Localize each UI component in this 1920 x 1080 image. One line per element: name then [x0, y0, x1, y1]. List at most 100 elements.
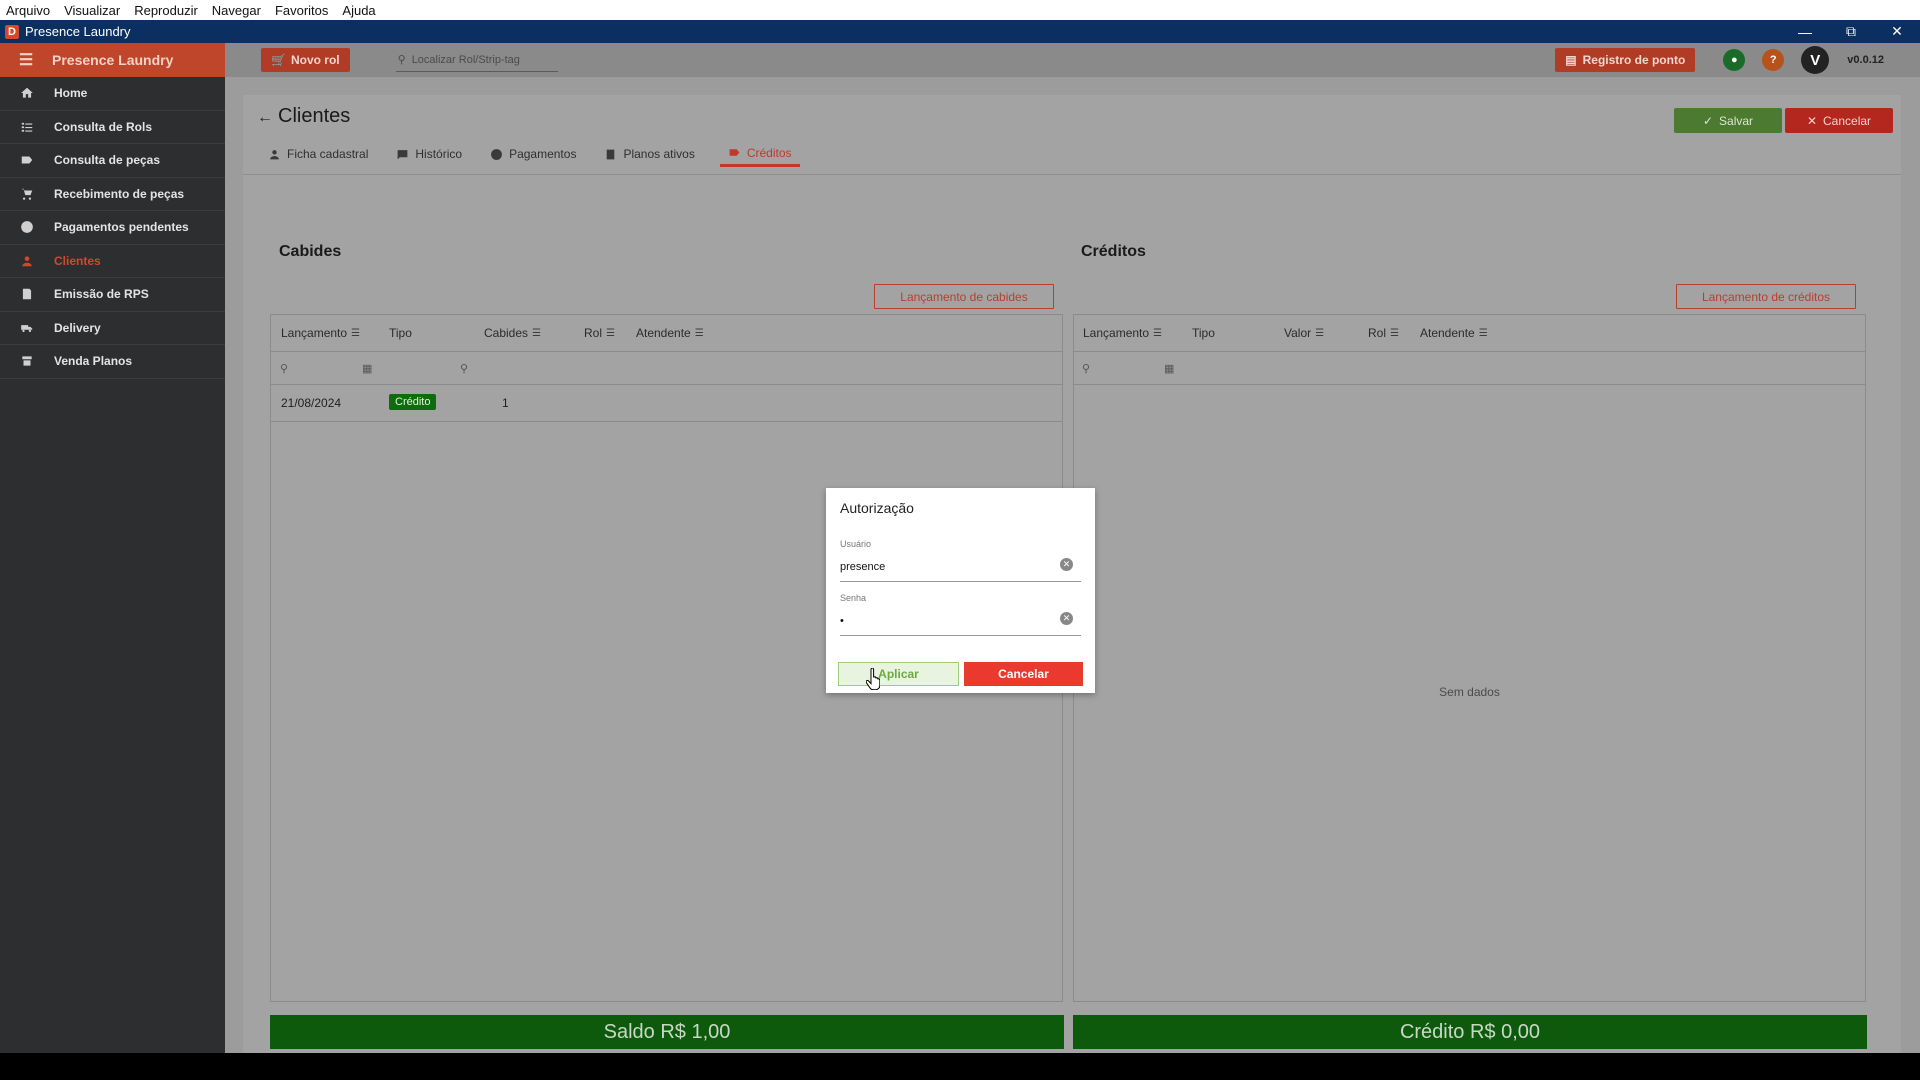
hamburger-icon[interactable]: ☰: [0, 50, 52, 70]
creditos-table: Lançamento ☰ Tipo Valor ☰ Rol ☰ Atendente ☰ …: [1073, 314, 1866, 1002]
sidebar-item-consulta-pecas[interactable]: Consulta de peças: [0, 144, 225, 178]
column-tipo[interactable]: Tipo: [389, 326, 412, 340]
tab-planos-ativos[interactable]: Planos ativos: [601, 141, 697, 167]
search-icon: ⚲: [397, 54, 406, 66]
help-icon[interactable]: ?: [1762, 49, 1785, 71]
filter-icon[interactable]: ☰: [532, 328, 541, 339]
column-rol[interactable]: Rol ☰: [1368, 326, 1399, 340]
salvar-button[interactable]: ✓ Salvar: [1674, 108, 1782, 133]
whatsapp-icon[interactable]: ●: [1723, 49, 1746, 71]
novo-rol-label: Novo rol: [290, 53, 340, 67]
filter-icon[interactable]: ☰: [695, 328, 704, 339]
close-icon[interactable]: ✕: [1874, 20, 1920, 43]
sidebar-item-label: Home: [54, 86, 88, 101]
cancelar-button[interactable]: ✕ Cancelar: [1785, 108, 1893, 133]
avatar[interactable]: V: [1801, 46, 1830, 74]
tab-label: Histórico: [415, 147, 463, 161]
menu-arquivo[interactable]: Arquivo: [6, 3, 50, 18]
filter-icon[interactable]: ☰: [1315, 328, 1324, 339]
page-header: ← Clientes Ficha cadastral Histórico Pag…: [243, 95, 1901, 175]
sidebar: ☰ Presence Laundry Home Consulta de Rols…: [0, 43, 225, 1053]
dialog-title: Autorização: [840, 500, 914, 516]
aplicar-button[interactable]: Aplicar: [838, 662, 959, 686]
filter-icon[interactable]: ☰: [1479, 328, 1488, 339]
sidebar-item-clientes[interactable]: Clientes: [0, 245, 225, 278]
sidebar-brand: ☰ Presence Laundry: [0, 43, 225, 77]
usuario-field[interactable]: Usuário presence ✕: [840, 539, 1081, 582]
clock-icon: ▤: [1565, 53, 1577, 67]
search-icon[interactable]: ⚲: [280, 362, 288, 375]
sidebar-item-emissao-rps[interactable]: Emissão de RPS: [0, 278, 225, 312]
window-title: Presence Laundry: [25, 24, 131, 39]
sidebar-item-venda-planos[interactable]: Venda Planos: [0, 345, 225, 379]
home-icon: [0, 86, 54, 100]
minimize-icon[interactable]: —: [1782, 20, 1828, 43]
calendar-icon[interactable]: ▦: [362, 362, 372, 375]
registro-ponto-button[interactable]: ▤ Registro de ponto: [1555, 48, 1696, 72]
column-atendente[interactable]: Atendente ☰: [1420, 326, 1488, 340]
column-tipo[interactable]: Tipo: [1192, 326, 1215, 340]
column-rol[interactable]: Rol ☰: [584, 326, 615, 340]
delivery-icon: [0, 321, 54, 335]
sidebar-item-consulta-rols[interactable]: Consulta de Rols: [0, 111, 225, 144]
column-valor[interactable]: Valor ☰: [1284, 326, 1324, 340]
tab-ficha-cadastral[interactable]: Ficha cadastral: [265, 141, 371, 167]
filter-icon[interactable]: ☰: [1390, 328, 1399, 339]
usuario-value: presence: [840, 561, 886, 573]
cabides-title: Cabides: [279, 243, 342, 260]
cancelar-modal-button[interactable]: Cancelar: [964, 662, 1083, 686]
tab-pagamentos[interactable]: Pagamentos: [487, 141, 579, 167]
sidebar-item-delivery[interactable]: Delivery: [0, 312, 225, 345]
back-arrow-icon[interactable]: ←: [257, 109, 273, 127]
status-badge: Crédito: [389, 394, 437, 410]
sidebar-item-recebimento[interactable]: Recebimento de peças: [0, 178, 225, 211]
cart-icon: [0, 187, 54, 201]
lancamento-cabides-button[interactable]: Lançamento de cabides: [874, 284, 1054, 309]
dollar-icon: [0, 220, 54, 234]
menu-reproduzir[interactable]: Reproduzir: [134, 3, 198, 18]
clear-icon[interactable]: ✕: [1060, 612, 1073, 625]
column-atendente[interactable]: Atendente ☰: [636, 326, 704, 340]
check-icon: ✓: [1702, 113, 1714, 128]
sidebar-item-label: Consulta de Rols: [54, 119, 153, 134]
usuario-label: Usuário: [840, 539, 872, 549]
restore-icon[interactable]: ⧉: [1828, 20, 1874, 43]
filter-icon[interactable]: ☰: [351, 328, 360, 339]
sidebar-item-label: Venda Planos: [54, 354, 133, 369]
menu-visualizar[interactable]: Visualizar: [64, 3, 120, 18]
app-icon: D: [5, 24, 19, 39]
senha-value: •: [840, 615, 844, 627]
menu-favoritos[interactable]: Favoritos: [275, 3, 328, 18]
column-lancamento[interactable]: Lançamento ☰: [281, 326, 360, 340]
column-label: Lançamento: [281, 326, 348, 340]
filter-icon[interactable]: ☰: [1153, 328, 1162, 339]
column-cabides[interactable]: Cabides ☰: [484, 326, 541, 340]
sidebar-item-label: Clientes: [54, 253, 101, 268]
person-icon: [270, 149, 279, 159]
cell-lancamento: 21/08/2024: [281, 396, 342, 410]
app-frame: ☰ Presence Laundry Home Consulta de Rols…: [0, 43, 1920, 1053]
filter-icon[interactable]: ☰: [606, 328, 615, 339]
menu-ajuda[interactable]: Ajuda: [342, 3, 375, 18]
search-icon[interactable]: ⚲: [1082, 362, 1090, 375]
menu-navegar[interactable]: Navegar: [212, 3, 261, 18]
senha-field[interactable]: Senha • ✕: [840, 593, 1081, 636]
taskbar-strip: [0, 1053, 1920, 1080]
calendar-icon[interactable]: ▦: [1164, 362, 1174, 375]
tab-creditos[interactable]: Créditos: [719, 141, 800, 167]
tab-historico[interactable]: Histórico: [393, 141, 465, 167]
search-icon[interactable]: ⚲: [460, 362, 468, 375]
sidebar-item-pagamentos[interactable]: Pagamentos pendentes: [0, 211, 225, 245]
column-label: Atendente: [636, 326, 691, 340]
senha-label: Senha: [840, 593, 867, 603]
creditos-title: Créditos: [1081, 243, 1146, 260]
table-header: Lançamento ☰ Tipo Valor ☰ Rol ☰ Atendente ☰: [1074, 315, 1865, 352]
search-input[interactable]: ⚲ Localizar Rol/Strip-tag: [395, 48, 558, 72]
clear-icon[interactable]: ✕: [1060, 558, 1073, 571]
column-lancamento[interactable]: Lançamento ☰: [1083, 326, 1162, 340]
lancamento-creditos-button[interactable]: Lançamento de créditos: [1676, 284, 1856, 309]
table-row[interactable]: 21/08/2024 Crédito 1: [271, 385, 1062, 422]
cancelar-label: Cancelar: [1823, 113, 1872, 128]
sidebar-item-home[interactable]: Home: [0, 77, 225, 111]
novo-rol-button[interactable]: 🛒 Novo rol: [261, 48, 350, 72]
